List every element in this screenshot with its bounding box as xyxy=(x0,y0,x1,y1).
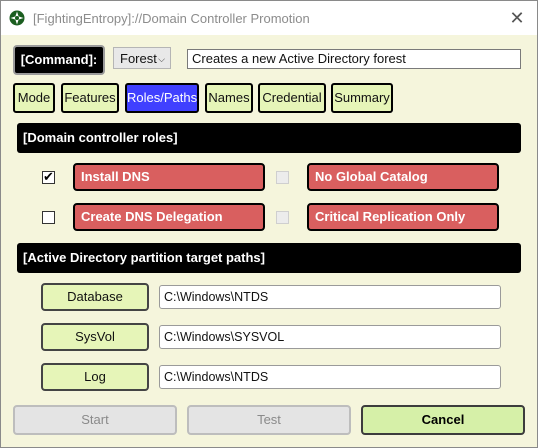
tab-credential[interactable]: Credential xyxy=(258,83,326,113)
roles-paths-panel: [Domain controller roles] Install DNS No… xyxy=(9,117,531,400)
install-dns-label: Install DNS xyxy=(73,163,265,191)
roles-section-header: [Domain controller roles] xyxy=(17,123,521,153)
tab-mode[interactable]: Mode xyxy=(13,83,55,113)
client-area: [Command]: Forest ⌵ Creates a new Active… xyxy=(1,35,537,447)
no-global-catalog-label: No Global Catalog xyxy=(307,163,499,191)
chevron-down-icon: ⌵ xyxy=(158,54,165,64)
critical-replication-only-label: Critical Replication Only xyxy=(307,203,499,231)
test-button[interactable]: Test xyxy=(187,405,351,435)
tab-summary[interactable]: Summary xyxy=(331,83,393,113)
tab-features[interactable]: Features xyxy=(61,83,119,113)
start-button[interactable]: Start xyxy=(13,405,177,435)
title-bar: [FightingEntropy]://Domain Controller Pr… xyxy=(1,1,537,35)
action-bar: Start Test Cancel xyxy=(1,399,537,447)
cancel-button[interactable]: Cancel xyxy=(361,405,525,435)
install-dns-checkbox[interactable] xyxy=(42,169,55,185)
create-dns-delegation-label: Create DNS Delegation xyxy=(73,203,265,231)
log-path-field[interactable]: C:\Windows\NTDS xyxy=(159,365,501,389)
command-description-field[interactable]: Creates a new Active Directory forest xyxy=(187,49,521,69)
critical-replication-only-checkbox[interactable] xyxy=(276,211,289,224)
window-title: [FightingEntropy]://Domain Controller Pr… xyxy=(33,11,310,26)
tab-names[interactable]: Names xyxy=(205,83,253,113)
no-global-catalog-checkbox[interactable] xyxy=(276,171,289,184)
sysvol-path-field[interactable]: C:\Windows\SYSVOL xyxy=(159,325,501,349)
create-dns-delegation-checkbox[interactable] xyxy=(42,211,55,224)
app-icon xyxy=(9,10,25,26)
sysvol-path-button[interactable]: SysVol xyxy=(41,323,149,351)
close-icon[interactable]: ✕ xyxy=(505,6,529,30)
window: [FightingEntropy]://Domain Controller Pr… xyxy=(0,0,538,448)
database-path-field[interactable]: C:\Windows\NTDS xyxy=(159,285,501,309)
command-select-value: Forest xyxy=(120,51,157,66)
tab-roles-paths[interactable]: Roles/Paths xyxy=(125,83,199,113)
command-label: [Command]: xyxy=(13,45,105,75)
command-select[interactable]: Forest ⌵ xyxy=(113,47,171,69)
paths-section-header: [Active Directory partition target paths… xyxy=(17,243,521,273)
database-path-button[interactable]: Database xyxy=(41,283,149,311)
log-path-button[interactable]: Log xyxy=(41,363,149,391)
